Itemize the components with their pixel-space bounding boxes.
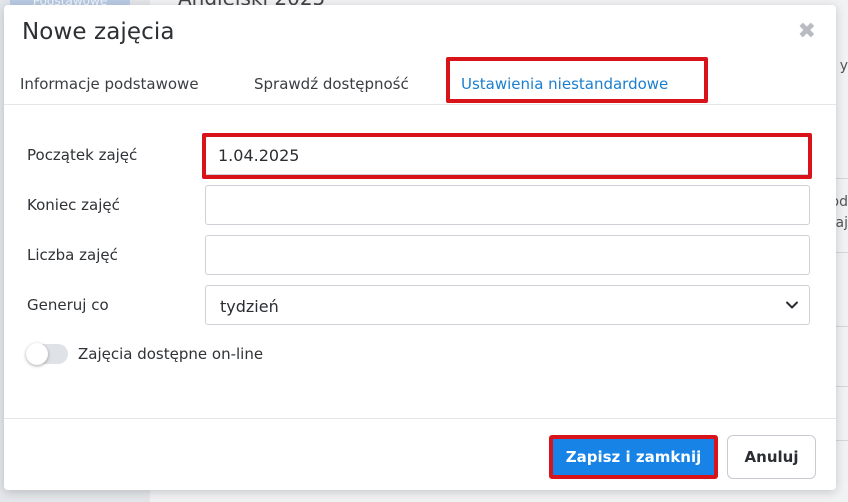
start-date-label: Początek zajęć [27, 146, 138, 164]
background-fragment: y [839, 58, 848, 74]
toggle-knob [26, 343, 48, 365]
end-date-label: Koniec zajęć [27, 196, 120, 214]
repeat-label: Generuj co [27, 296, 109, 314]
online-toggle-label: Zajęcia dostępne on-line [78, 345, 264, 363]
tab-basic-info[interactable]: Informacje podstawowe [20, 75, 199, 93]
online-toggle-row: Zajęcia dostępne on-line [26, 342, 426, 366]
repeat-row: Generuj co tydzień [4, 285, 836, 325]
class-count-row: Liczba zajęć [4, 235, 836, 275]
end-date-row: Koniec zajęć [4, 185, 836, 225]
class-count-label: Liczba zajęć [27, 246, 118, 264]
start-date-row: Początek zajęć [4, 135, 836, 175]
end-date-input[interactable] [205, 185, 810, 225]
tab-check-availability[interactable]: Sprawdź dostępność [254, 75, 409, 93]
cancel-button[interactable]: Anuluj [727, 435, 816, 479]
dialog-title: Nowe zajęcia [22, 19, 175, 45]
class-count-input[interactable] [205, 235, 810, 275]
tab-custom-settings[interactable]: Ustawienia niestandardowe [461, 75, 668, 93]
close-icon[interactable]: ✖ [798, 21, 816, 43]
background-fragment: aj [835, 215, 848, 231]
save-and-close-button[interactable]: Zapisz i zamknij [549, 435, 718, 479]
repeat-select[interactable]: tydzień [205, 285, 810, 325]
online-toggle[interactable] [26, 343, 68, 365]
new-class-dialog: Nowe zajęcia ✖ Informacje podstawowe Spr… [4, 5, 836, 490]
repeat-select-value: tydzień [220, 297, 279, 316]
start-date-input[interactable] [205, 135, 810, 175]
tab-bar: Informacje podstawowe Sprawdź dostępność… [4, 57, 836, 105]
chevron-down-icon [786, 301, 798, 309]
